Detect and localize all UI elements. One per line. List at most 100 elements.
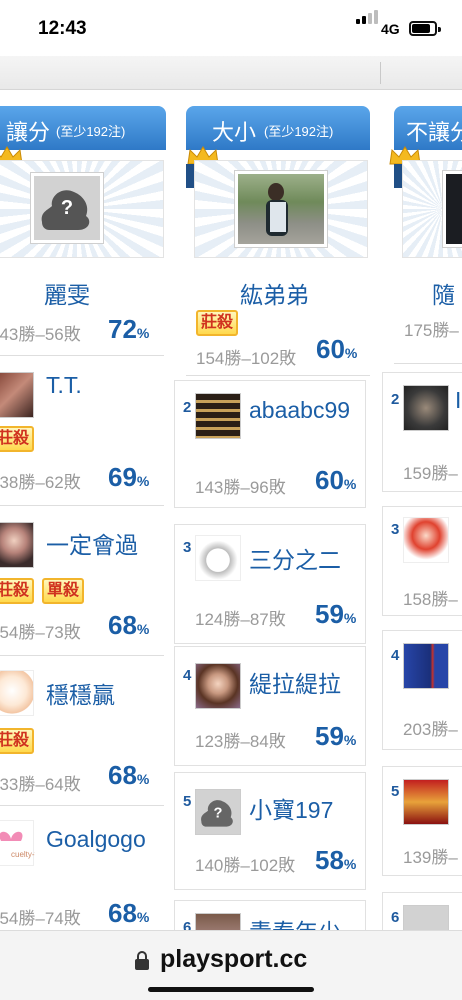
column-header[interactable]: 讓分 (至少192注) [0, 106, 166, 150]
player-name[interactable]: abaabc99 [249, 395, 365, 425]
status-bar: 12:43 4G [0, 0, 462, 56]
page-toolbar [0, 56, 462, 90]
rank-card[interactable]: 5 ? 小寶197 140勝–102敗 58% [174, 772, 366, 890]
win-rate: 60% [315, 465, 357, 495]
top-photo-frame [194, 160, 368, 258]
rank-number: 5 [391, 783, 400, 800]
rank-card[interactable]: 5 139勝– [382, 766, 462, 876]
column-title: 不讓分 [406, 120, 462, 145]
avatar [195, 663, 241, 709]
rank-card[interactable]: 4 緹拉緹拉 123勝–84敗 59% [174, 646, 366, 766]
win-loss-record: 139勝– [403, 848, 458, 867]
status-badge: 莊殺 [0, 426, 35, 452]
rank-number: 2 [391, 391, 400, 408]
player-name[interactable]: 穩穩贏 [46, 676, 115, 710]
win-loss-record: 124勝–87敗 [195, 610, 286, 629]
rank-card[interactable]: 一定會過 莊殺 單殺 154勝–73敗 68% [0, 508, 164, 656]
top-photo-frame [402, 160, 462, 258]
player-name[interactable]: 紘弟弟 [240, 276, 309, 310]
win-loss-record: 203勝– [403, 720, 458, 739]
rank-number: 3 [391, 521, 400, 538]
win-rate: 68% [108, 898, 150, 928]
rank-card[interactable]: 6 青春年少 [174, 900, 366, 930]
unknown-user-icon: ? [195, 789, 241, 835]
win-rate: 72% [108, 314, 150, 344]
avatar [403, 385, 449, 431]
rank-number: 3 [183, 539, 192, 556]
column-moneyline: 不讓分 1 隨 175勝– 2 I 159勝– 3 158勝– 4 [382, 106, 462, 930]
rank-card[interactable]: 3 158勝– [382, 506, 462, 616]
player-name[interactable]: 三分之二 [249, 541, 341, 575]
top-rank-card[interactable]: 1 紘弟弟 莊殺 154勝–102敗 60% [186, 146, 370, 376]
win-loss-record: 143勝–56敗 [0, 325, 81, 344]
win-loss-record: 140勝–102敗 [195, 856, 296, 875]
unknown-user-icon: ? [31, 173, 103, 243]
column-subtitle: (至少192注) [264, 124, 334, 139]
player-name[interactable]: T.T. [46, 372, 82, 399]
column-subtitle: (至少192注) [56, 124, 126, 139]
player-name[interactable]: 隨 [432, 276, 455, 310]
lock-icon [135, 951, 149, 970]
rank-number: 6 [391, 909, 400, 926]
battery-icon [409, 21, 441, 36]
rank-card[interactable]: T.T. 莊殺 138勝–62敗 69% [0, 358, 164, 506]
rank-number: 5 [183, 793, 192, 810]
avatar [0, 372, 34, 418]
avatar [403, 643, 449, 689]
avatar [403, 517, 449, 563]
rank-card[interactable]: 2 I 159勝– [382, 372, 462, 492]
status-badge: 莊殺 [0, 578, 35, 604]
player-name[interactable]: 麗雯 [44, 276, 90, 310]
top-rank-card[interactable]: 1 隨 175勝– [389, 146, 462, 364]
player-name[interactable]: 一定會過 [46, 526, 138, 560]
svg-text:?: ? [214, 805, 223, 821]
avatar [195, 535, 241, 581]
win-rate: 59% [315, 599, 357, 629]
leaderboard-content[interactable]: 讓分 (至少192注) 1 ? 麗雯 143勝–56敗 72% [0, 90, 462, 930]
win-loss-record: 154勝–74敗 [0, 909, 81, 928]
network-type: 4G [381, 21, 400, 37]
win-loss-record: 123勝–84敗 [195, 732, 286, 751]
svg-text:?: ? [61, 197, 73, 219]
browser-url-bar[interactable]: playsport.cc [0, 930, 462, 1000]
avatar [0, 670, 34, 716]
rank-number: 4 [183, 667, 192, 684]
player-name[interactable]: Goalgogo [46, 824, 164, 854]
win-rate: 59% [315, 721, 357, 751]
player-name[interactable]: 青春年少 [249, 913, 341, 930]
column-over-under: 大小 (至少192注) 1 紘弟弟 莊殺 154勝–102敗 60% 2 aba… [174, 106, 370, 930]
avatar [195, 393, 241, 439]
win-rate: 60% [316, 334, 358, 364]
url-text[interactable]: playsport.cc [160, 945, 307, 974]
win-loss-record: 159勝– [403, 464, 458, 483]
win-loss-record: 154勝–102敗 [196, 349, 297, 368]
win-rate: 68% [108, 760, 150, 790]
status-badge: 莊殺 [196, 310, 239, 336]
avatar [0, 522, 34, 568]
avatar [195, 913, 241, 930]
home-indicator[interactable] [148, 987, 314, 992]
rank-card[interactable]: 2 abaabc99 143勝–96敗 60% [174, 380, 366, 508]
unknown-user-icon [403, 905, 449, 930]
win-loss-record: 143勝–96敗 [195, 478, 286, 497]
win-rate: 68% [108, 610, 150, 640]
win-rate: 58% [315, 845, 357, 875]
rank-card[interactable]: 4 203勝– [382, 630, 462, 750]
win-loss-record: 158勝– [403, 590, 458, 609]
top-rank-card[interactable]: 1 ? 麗雯 143勝–56敗 72% [0, 146, 164, 356]
win-loss-record: 133勝–64敗 [0, 775, 81, 794]
player-name[interactable]: I [455, 387, 461, 414]
player-name[interactable]: 小寶197 [249, 791, 333, 825]
status-badge: 單殺 [42, 578, 85, 604]
avatar [443, 171, 462, 247]
rank-card[interactable]: 穩穩贏 莊殺 133勝–64敗 68% [0, 658, 164, 806]
player-name[interactable]: 緹拉緹拉 [249, 665, 341, 699]
rank-card[interactable]: cuelty-free Goalgogo 154勝–74敗 68% [0, 808, 164, 930]
rank-number: 4 [391, 647, 400, 664]
column-title: 大小 [212, 120, 257, 145]
rank-card[interactable]: 3 三分之二 124勝–87敗 59% [174, 524, 366, 644]
rank-card[interactable]: 6 [382, 892, 462, 930]
win-loss-record: 154勝–73敗 [0, 623, 81, 642]
top-photo-frame: ? [0, 160, 164, 258]
avatar [403, 779, 449, 825]
